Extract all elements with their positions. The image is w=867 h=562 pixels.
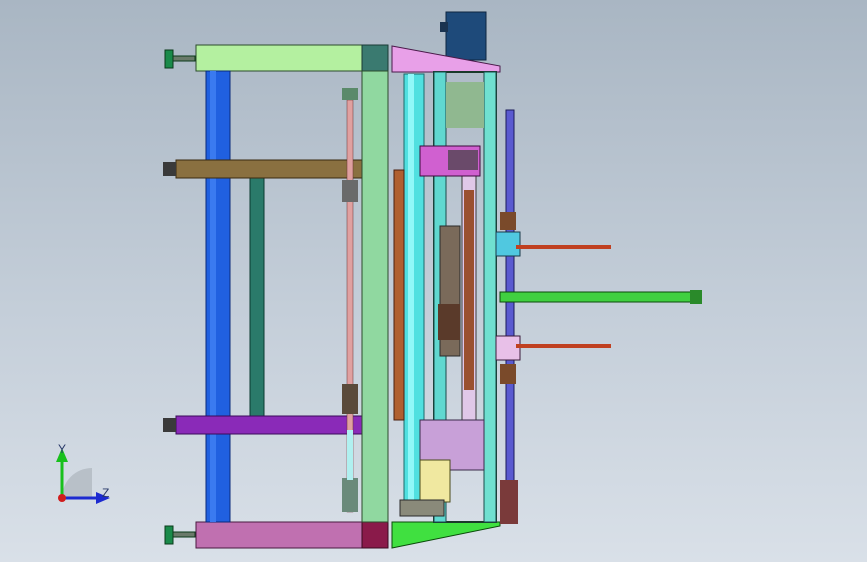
y-axis-label: Y — [58, 442, 67, 456]
bottom-rail — [195, 521, 363, 549]
right-guide-rod — [505, 109, 515, 511]
red-rod-upper — [516, 245, 611, 249]
top-motor — [445, 11, 487, 61]
bottom-motor — [419, 459, 451, 503]
z-axis-label: Z — [102, 486, 110, 500]
green-arm — [499, 291, 701, 303]
main-frame-column — [361, 70, 389, 523]
leveling-foot-top — [164, 49, 196, 69]
left-post — [205, 70, 231, 523]
brown-screw — [393, 169, 405, 421]
corner-block-bottom — [361, 521, 389, 549]
inner-post — [249, 177, 265, 417]
bottom-plate — [391, 521, 501, 549]
lower-crossbar — [175, 415, 363, 435]
leveling-foot-bottom — [164, 525, 196, 545]
x-axis-dot — [58, 494, 66, 502]
corner-block-top — [361, 44, 389, 72]
upper-crossbar — [175, 159, 363, 179]
red-rod-lower — [516, 344, 611, 348]
top-rail — [195, 44, 363, 72]
cad-viewport[interactable]: Y Z — [0, 0, 867, 562]
